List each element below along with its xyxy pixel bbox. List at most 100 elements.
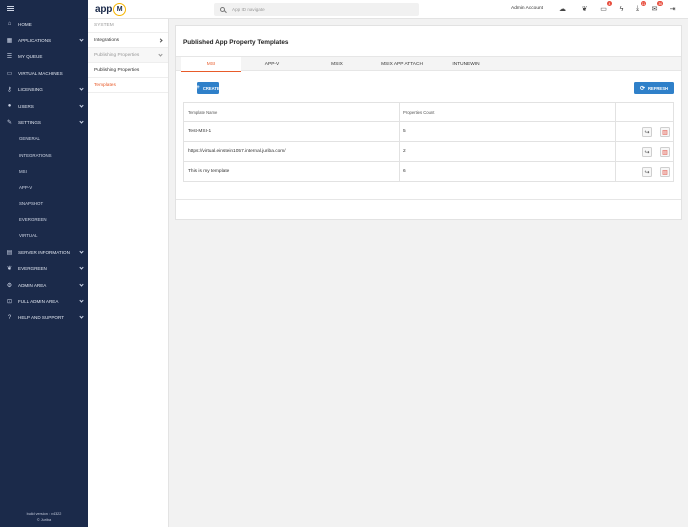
key-icon: ⚷ (7, 87, 12, 94)
hamburger-icon (7, 5, 14, 11)
search-icon (220, 7, 225, 12)
chevron-down-icon (79, 281, 84, 287)
sidebar-item-my-queue[interactable]: ☰ My Queue (0, 49, 88, 65)
leaf-icon: ❦ (6, 266, 13, 273)
queue-icon: ☰ (6, 54, 13, 61)
template-name-cell: Test-MSI-1 (188, 129, 212, 134)
subpanel-item-publishing-properties[interactable]: Publishing Properties (88, 63, 168, 78)
table-row[interactable]: https://virtual.einstein1057.internal.ju… (183, 142, 674, 162)
search-input[interactable] (232, 7, 402, 12)
sidebar-subitem-evergreen[interactable]: Evergreen (0, 212, 88, 228)
properties-count-cell: 6 (403, 169, 406, 174)
share-icon[interactable]: ↪ (642, 147, 652, 157)
tab-msi[interactable]: MSI (181, 57, 241, 72)
chevron-down-icon (79, 86, 84, 91)
refresh-icon: ⟳ (639, 85, 645, 92)
copyright: © Juriba (36, 517, 52, 522)
home-icon: ⌂ (7, 21, 12, 28)
sidebar-item-users[interactable]: ● Users (0, 98, 88, 114)
help-icon: ? (7, 314, 12, 321)
sidebar-subitem-general[interactable]: General (0, 131, 88, 147)
search-bar (214, 3, 419, 16)
chevron-down-icon (79, 37, 84, 42)
templates-card: Published App Property Templates MSI APP… (175, 25, 682, 220)
app-logo[interactable]: app M (95, 2, 127, 17)
tab-appv[interactable]: APP-V (242, 57, 302, 72)
share-icon[interactable]: ↪ (642, 127, 652, 137)
logout-icon[interactable]: ⇥ (668, 4, 677, 14)
sidebar-footer: build version : v4322 © Juriba (0, 512, 88, 523)
card-footer (176, 199, 681, 219)
templates-table: Template Name Properties Count Test-MSI-… (183, 102, 674, 182)
monitor-icon[interactable]: ▭ 4 (599, 1, 612, 14)
menu-toggle[interactable] (0, 0, 88, 16)
subpanel-item-integrations[interactable]: Integrations (88, 33, 168, 48)
share-icon[interactable]: ↪ (642, 167, 652, 177)
wrench-icon: ✎ (6, 120, 13, 127)
logo-badge: M (113, 3, 127, 16)
refresh-button[interactable]: ⟳ Refresh (634, 82, 674, 94)
sidebar-item-server-information[interactable]: ▤ Server Information (0, 244, 88, 260)
tab-msix[interactable]: MSIX (307, 57, 367, 72)
subpanel-item-templates[interactable]: Templates (88, 78, 168, 93)
sidebar-item-licensing[interactable]: ⚷ Licensing (0, 82, 88, 98)
sidebar-item-admin-area[interactable]: ⚙ Admin Area (0, 277, 88, 293)
create-button[interactable]: + Create (196, 82, 220, 94)
admin-account-name[interactable]: Admin Account (511, 6, 543, 11)
tab-intunewin[interactable]: INTUNEWIN (438, 57, 494, 72)
tab-msix-app-attach[interactable]: MSIX APP ATTACH (366, 57, 438, 72)
sidebar-item-virtual-machines[interactable]: ▭ Virtual Machines (0, 65, 88, 81)
chevron-down-icon (79, 298, 84, 303)
trash-icon[interactable]: ▥ (660, 147, 670, 157)
settings-subpanel: System Integrations Publishing Propertie… (88, 19, 169, 527)
top-bar: app M Admin Account ☁ ❦ ▭ 4 ϟ ⤓ 11 ✉ 36 … (88, 0, 688, 19)
chevron-right-icon (158, 37, 163, 43)
chevron-down-icon (79, 265, 84, 270)
bolt-icon[interactable]: ϟ (617, 4, 626, 14)
plus-icon: + (196, 85, 200, 91)
trash-icon[interactable]: ▥ (660, 127, 670, 137)
subpanel-item-publishing-properties-group[interactable]: Publishing Properties (88, 48, 168, 63)
chevron-down-icon (79, 103, 84, 108)
sidebar: ⌂ Home ▦ Applications ☰ My Queue ▭ Virtu… (0, 0, 88, 527)
column-header-template-name[interactable]: Template Name (188, 103, 217, 121)
mail-icon[interactable]: ✉ 36 (650, 1, 663, 14)
sidebar-subitem-integrations[interactable]: Integrations (0, 147, 88, 163)
properties-count-cell: 5 (403, 129, 406, 134)
sidebar-subitem-snapshot[interactable]: Snapshot (0, 195, 88, 211)
apps-icon: ▦ (6, 38, 13, 45)
page-title: Published App Property Templates (183, 39, 289, 46)
sidebar-item-evergreen[interactable]: ❦ Evergreen (0, 260, 88, 276)
chevron-down-icon (79, 249, 84, 254)
subpanel-header: System (88, 19, 168, 33)
chevron-down-icon (158, 51, 163, 57)
sidebar-item-applications[interactable]: ▦ Applications (0, 32, 88, 48)
sidebar-subitem-appv[interactable]: App-V (0, 179, 88, 195)
sidebar-subitem-msi[interactable]: MSI (0, 163, 88, 179)
table-header-row: Template Name Properties Count (183, 103, 674, 122)
notification-badge: 36 (657, 1, 663, 6)
monitor-icon: ▭ (6, 70, 13, 77)
notification-badge: 4 (607, 1, 612, 6)
sidebar-item-home[interactable]: ⌂ Home (0, 16, 88, 32)
column-header-properties-count[interactable]: Properties Count (403, 103, 434, 121)
trash-icon[interactable]: ▥ (660, 167, 670, 177)
chevron-down-icon (79, 314, 84, 319)
sidebar-item-help-and-support[interactable]: ? Help and Support (0, 310, 88, 326)
properties-count-cell: 2 (403, 149, 406, 154)
sidebar-subitem-virtual[interactable]: Virtual (0, 228, 88, 244)
template-tabs: MSI APP-V MSIX MSIX APP ATTACH INTUNEWIN (176, 56, 681, 72)
notification-badge: 11 (640, 1, 646, 6)
sidebar-item-settings[interactable]: ✎ Settings (0, 114, 88, 130)
admin-icon: ⚙ (6, 282, 13, 289)
server-icon: ▤ (6, 249, 13, 256)
table-row[interactable]: This is my template 6 ↪ ▥ (183, 162, 674, 182)
download-icon[interactable]: ⤓ 11 (633, 1, 646, 14)
table-row[interactable]: Test-MSI-1 5 ↪ ▥ (183, 122, 674, 142)
leaf-icon[interactable]: ❦ (580, 4, 589, 14)
cloud-icon[interactable]: ☁ (558, 4, 567, 14)
users-icon: ● (7, 103, 12, 110)
full-admin-icon: ⊡ (6, 298, 13, 305)
template-name-cell: This is my template (188, 169, 230, 174)
sidebar-item-full-admin-area[interactable]: ⊡ Full Admin Area (0, 293, 88, 309)
